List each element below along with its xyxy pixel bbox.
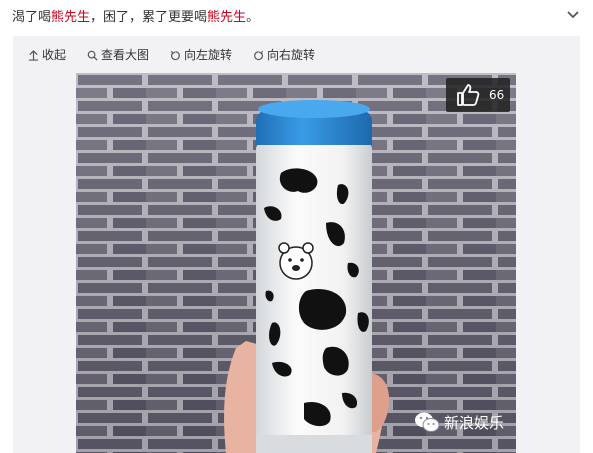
rotate-right-label: 向右旋转 xyxy=(267,48,316,62)
wechat-icon xyxy=(414,412,440,432)
post-image[interactable]: 66 新浪娱乐 xyxy=(76,73,516,453)
rotate-left-button[interactable]: 向左旋转 xyxy=(170,47,232,63)
view-large-button[interactable]: 查看大图 xyxy=(87,47,149,63)
chevron-down-icon[interactable] xyxy=(565,6,581,22)
rotate-left-icon xyxy=(170,50,180,60)
search-icon xyxy=(87,50,98,61)
post-text: 渴了喝熊先生，困了，累了更要喝熊先生。 xyxy=(12,8,259,28)
collapse-button[interactable]: 收起 xyxy=(28,47,66,63)
like-button[interactable]: 66 xyxy=(446,78,510,112)
thumbs-up-icon xyxy=(457,84,480,106)
rotate-right-button[interactable]: 向右旋转 xyxy=(253,47,315,63)
watermark-text: 新浪娱乐 xyxy=(443,413,504,432)
view-large-label: 查看大图 xyxy=(101,48,150,62)
watermark: 新浪娱乐 xyxy=(414,411,504,433)
like-count: 66 xyxy=(489,88,505,102)
topic-link[interactable]: 熊先生 xyxy=(51,10,90,25)
collapse-label: 收起 xyxy=(42,48,67,62)
arrow-up-icon xyxy=(28,49,39,61)
rotate-right-icon xyxy=(254,50,264,60)
image-toolbar: 收起 查看大图 向左旋转 向右旋转 xyxy=(13,36,580,72)
thermos-photo xyxy=(76,73,516,453)
post-text-part: 渴了喝 xyxy=(12,10,52,25)
post-text-part: ，困了，累了更要喝 xyxy=(90,10,208,25)
rotate-left-label: 向左旋转 xyxy=(184,48,233,62)
post-text-part: 。 xyxy=(246,10,260,25)
topic-link[interactable]: 熊先生 xyxy=(207,10,246,25)
media-panel: 收起 查看大图 向左旋转 向右旋转 66 新浪娱乐 xyxy=(13,36,580,453)
